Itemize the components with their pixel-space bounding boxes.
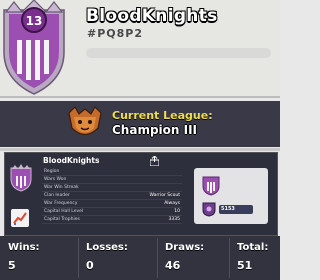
current-league-label: Current League: [112,109,213,122]
info-row: Wars Won [42,176,182,184]
info-value: Always [164,201,180,206]
info-value: 10 [174,209,180,214]
stats-chart-icon[interactable] [11,209,29,227]
stat-losses: Losses: 0 [78,236,156,280]
info-key: Wars Won [44,177,67,182]
clan-badge-icon: 13 [3,0,65,95]
info-row: Capital Hall Level 10 [42,208,182,216]
stat-value: 0 [86,259,94,272]
stat-total: Total: 51 [229,236,280,280]
stat-label: Draws: [165,242,205,253]
info-row: Region [42,168,182,176]
champion-league-icon [68,106,102,136]
clan-level: 13 [26,14,43,28]
info-key: War Frequency [44,201,78,206]
clan-tag: #PQ8P2 [87,27,143,40]
clan-badge-small-icon [10,164,32,192]
info-clan-name: BloodKnights [43,156,100,165]
war-score: 5153 [221,206,235,212]
info-key: Region [44,169,60,174]
info-row: Clan leader Warrior Scout [42,192,182,200]
clan-info-table: Region Wars Won War Win Streak Clan lead… [42,168,182,224]
stat-label: Wins: [8,242,40,253]
stat-value: 51 [237,259,253,272]
current-league-name: Champion III [112,123,198,137]
divider [0,96,280,98]
info-value: Warrior Scout [149,193,180,198]
war-league-shield-icon [202,176,220,196]
info-key: Capital Trophies [44,217,80,222]
info-row: War Frequency Always [42,200,182,208]
info-row: Capital Trophies 3335 [42,216,182,224]
stat-value: 46 [165,259,181,272]
war-league-icon [202,202,216,217]
share-icon[interactable] [150,156,159,166]
info-key: Capital Hall Level [44,209,84,214]
info-row: War Win Streak [42,184,182,192]
clan-description-placeholder [86,48,271,58]
stat-label: Losses: [86,242,128,253]
clan-name: BloodKnights [86,6,218,26]
info-value: 3335 [168,217,180,222]
info-key: Clan leader [44,193,70,198]
stat-draws: Draws: 46 [157,236,229,280]
info-key: War Win Streak [44,185,79,190]
stat-label: Total: [237,242,269,253]
stat-value: 5 [8,259,16,272]
stat-wins: Wins: 5 [0,236,70,280]
divider [0,148,280,151]
